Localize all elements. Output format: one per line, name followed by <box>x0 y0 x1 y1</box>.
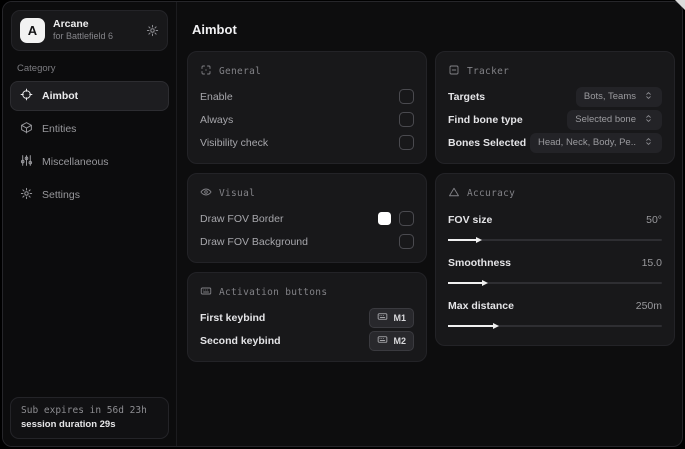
general-card: General Enable Always Visibility check <box>187 51 427 164</box>
triangle-icon <box>448 186 460 201</box>
eye-icon <box>200 186 212 201</box>
page-title: Aimbot <box>192 22 237 37</box>
sidebar-item-miscellaneous[interactable]: Miscellaneous <box>10 147 169 177</box>
entities-icon <box>20 121 33 137</box>
second-keybind-button[interactable]: M2 <box>369 330 414 351</box>
always-checkbox[interactable] <box>399 112 414 127</box>
keyboard-icon <box>377 311 388 324</box>
left-column: General Enable Always Visibility check V… <box>187 51 427 362</box>
subscription-card: Sub expires in 56d 23h session duration … <box>10 397 169 439</box>
mouse-cursor <box>675 0 685 10</box>
activation-card-title: Activation buttons <box>200 281 414 306</box>
find-bone-type-dropdown[interactable]: Selected bone <box>567 109 662 130</box>
sidebar-item-label: Entities <box>42 123 77 135</box>
fov-background-checkbox[interactable] <box>399 234 414 249</box>
square-minus-icon <box>448 64 460 79</box>
sidebar-item-label: Settings <box>42 189 80 201</box>
sidebar-item-aimbot[interactable]: Aimbot <box>10 81 169 111</box>
app-window: A Arcane for Battlefield 6 Category Aimb… <box>2 1 683 447</box>
chevrons-up-down-icon <box>643 136 654 150</box>
sync-gear-icon[interactable] <box>146 24 159 37</box>
keyboard-icon <box>377 334 388 347</box>
fov-size-group: FOV size 50° <box>448 207 662 250</box>
row-label: Draw FOV Background <box>200 235 308 248</box>
category-label: Category <box>17 63 56 74</box>
crosshair-icon <box>20 88 33 104</box>
row-label: Second keybind <box>200 334 281 347</box>
sidebar-item-entities[interactable]: Entities <box>10 114 169 144</box>
row-label: Enable <box>200 90 233 103</box>
fov-size-slider[interactable] <box>448 236 662 244</box>
brand-subtitle: for Battlefield 6 <box>53 31 114 42</box>
general-row-always: Always <box>200 108 414 131</box>
visibility-check-checkbox[interactable] <box>399 135 414 150</box>
activation-card: Activation buttons First keybind M1 Seco… <box>187 272 427 362</box>
row-label: Max distance <box>448 300 514 312</box>
targets-dropdown[interactable]: Bots, Teams <box>575 86 662 107</box>
row-label: First keybind <box>200 311 266 324</box>
brand-logo: A <box>20 18 45 43</box>
general-scan-icon <box>200 64 212 79</box>
row-label: Smoothness <box>448 257 512 269</box>
activation-row-second: Second keybind M2 <box>200 329 414 352</box>
general-row-visibility: Visibility check <box>200 131 414 154</box>
tracker-row-targets: Targets Bots, Teams <box>448 85 662 108</box>
gear-icon <box>20 187 33 203</box>
brand-text: Arcane for Battlefield 6 <box>53 18 113 42</box>
first-keybind-button[interactable]: M1 <box>369 307 414 328</box>
visual-card: Visual Draw FOV Border Draw FOV Backgrou… <box>187 173 427 263</box>
visual-row-fov-border: Draw FOV Border <box>200 207 414 230</box>
row-label: Targets <box>448 90 486 103</box>
activation-row-first: First keybind M1 <box>200 306 414 329</box>
sidebar-item-label: Miscellaneous <box>42 156 109 168</box>
sliders-icon <box>20 154 33 170</box>
chevrons-up-down-icon <box>643 113 654 127</box>
enable-checkbox[interactable] <box>399 89 414 104</box>
brand-title: Arcane <box>53 18 89 31</box>
tracker-card-title: Tracker <box>448 60 662 85</box>
row-label: Visibility check <box>200 136 269 149</box>
smoothness-slider[interactable] <box>448 279 662 287</box>
tracker-row-bone-type: Find bone type Selected bone <box>448 108 662 131</box>
accuracy-card: Accuracy FOV size 50° Smoothness 15.0 Ma… <box>435 173 675 346</box>
general-card-title: General <box>200 60 414 85</box>
brand-card: A Arcane for Battlefield 6 <box>11 10 168 51</box>
session-duration-text: session duration 29s <box>21 419 116 430</box>
max-distance-slider[interactable] <box>448 322 662 330</box>
sidebar-nav: Aimbot Entities Miscellaneous Settings <box>3 81 176 210</box>
row-label: FOV size <box>448 214 493 226</box>
row-label: Find bone type <box>448 113 523 126</box>
fov-border-color-swatch[interactable] <box>378 212 391 225</box>
sidebar-item-settings[interactable]: Settings <box>10 180 169 210</box>
chevrons-up-down-icon <box>643 90 654 104</box>
right-column: Tracker Targets Bots, Teams Find bone ty… <box>435 51 675 346</box>
sub-expires-text: Sub expires in 56d 23h <box>21 405 147 416</box>
smoothness-value: 15.0 <box>641 257 662 269</box>
fov-size-value: 50° <box>646 214 662 226</box>
bones-selected-dropdown[interactable]: Head, Neck, Body, Pe.. <box>529 132 662 153</box>
row-label: Always <box>200 113 234 126</box>
tracker-card: Tracker Targets Bots, Teams Find bone ty… <box>435 51 675 164</box>
general-row-enable: Enable <box>200 85 414 108</box>
visual-row-fov-background: Draw FOV Background <box>200 230 414 253</box>
max-distance-group: Max distance 250m <box>448 293 662 336</box>
sidebar: A Arcane for Battlefield 6 Category Aimb… <box>3 2 177 446</box>
sidebar-item-label: Aimbot <box>42 90 79 102</box>
smoothness-group: Smoothness 15.0 <box>448 250 662 293</box>
max-distance-value: 250m <box>635 300 662 312</box>
keyboard-icon <box>200 285 212 300</box>
accuracy-card-title: Accuracy <box>448 182 662 207</box>
fov-border-checkbox[interactable] <box>399 211 414 226</box>
visual-card-title: Visual <box>200 182 414 207</box>
main-content: Aimbot General Enable Always Visibility … <box>177 2 682 446</box>
row-label: Bones Selected <box>448 136 527 149</box>
tracker-row-bones-selected: Bones Selected Head, Neck, Body, Pe.. <box>448 131 662 154</box>
row-label: Draw FOV Border <box>200 212 284 225</box>
